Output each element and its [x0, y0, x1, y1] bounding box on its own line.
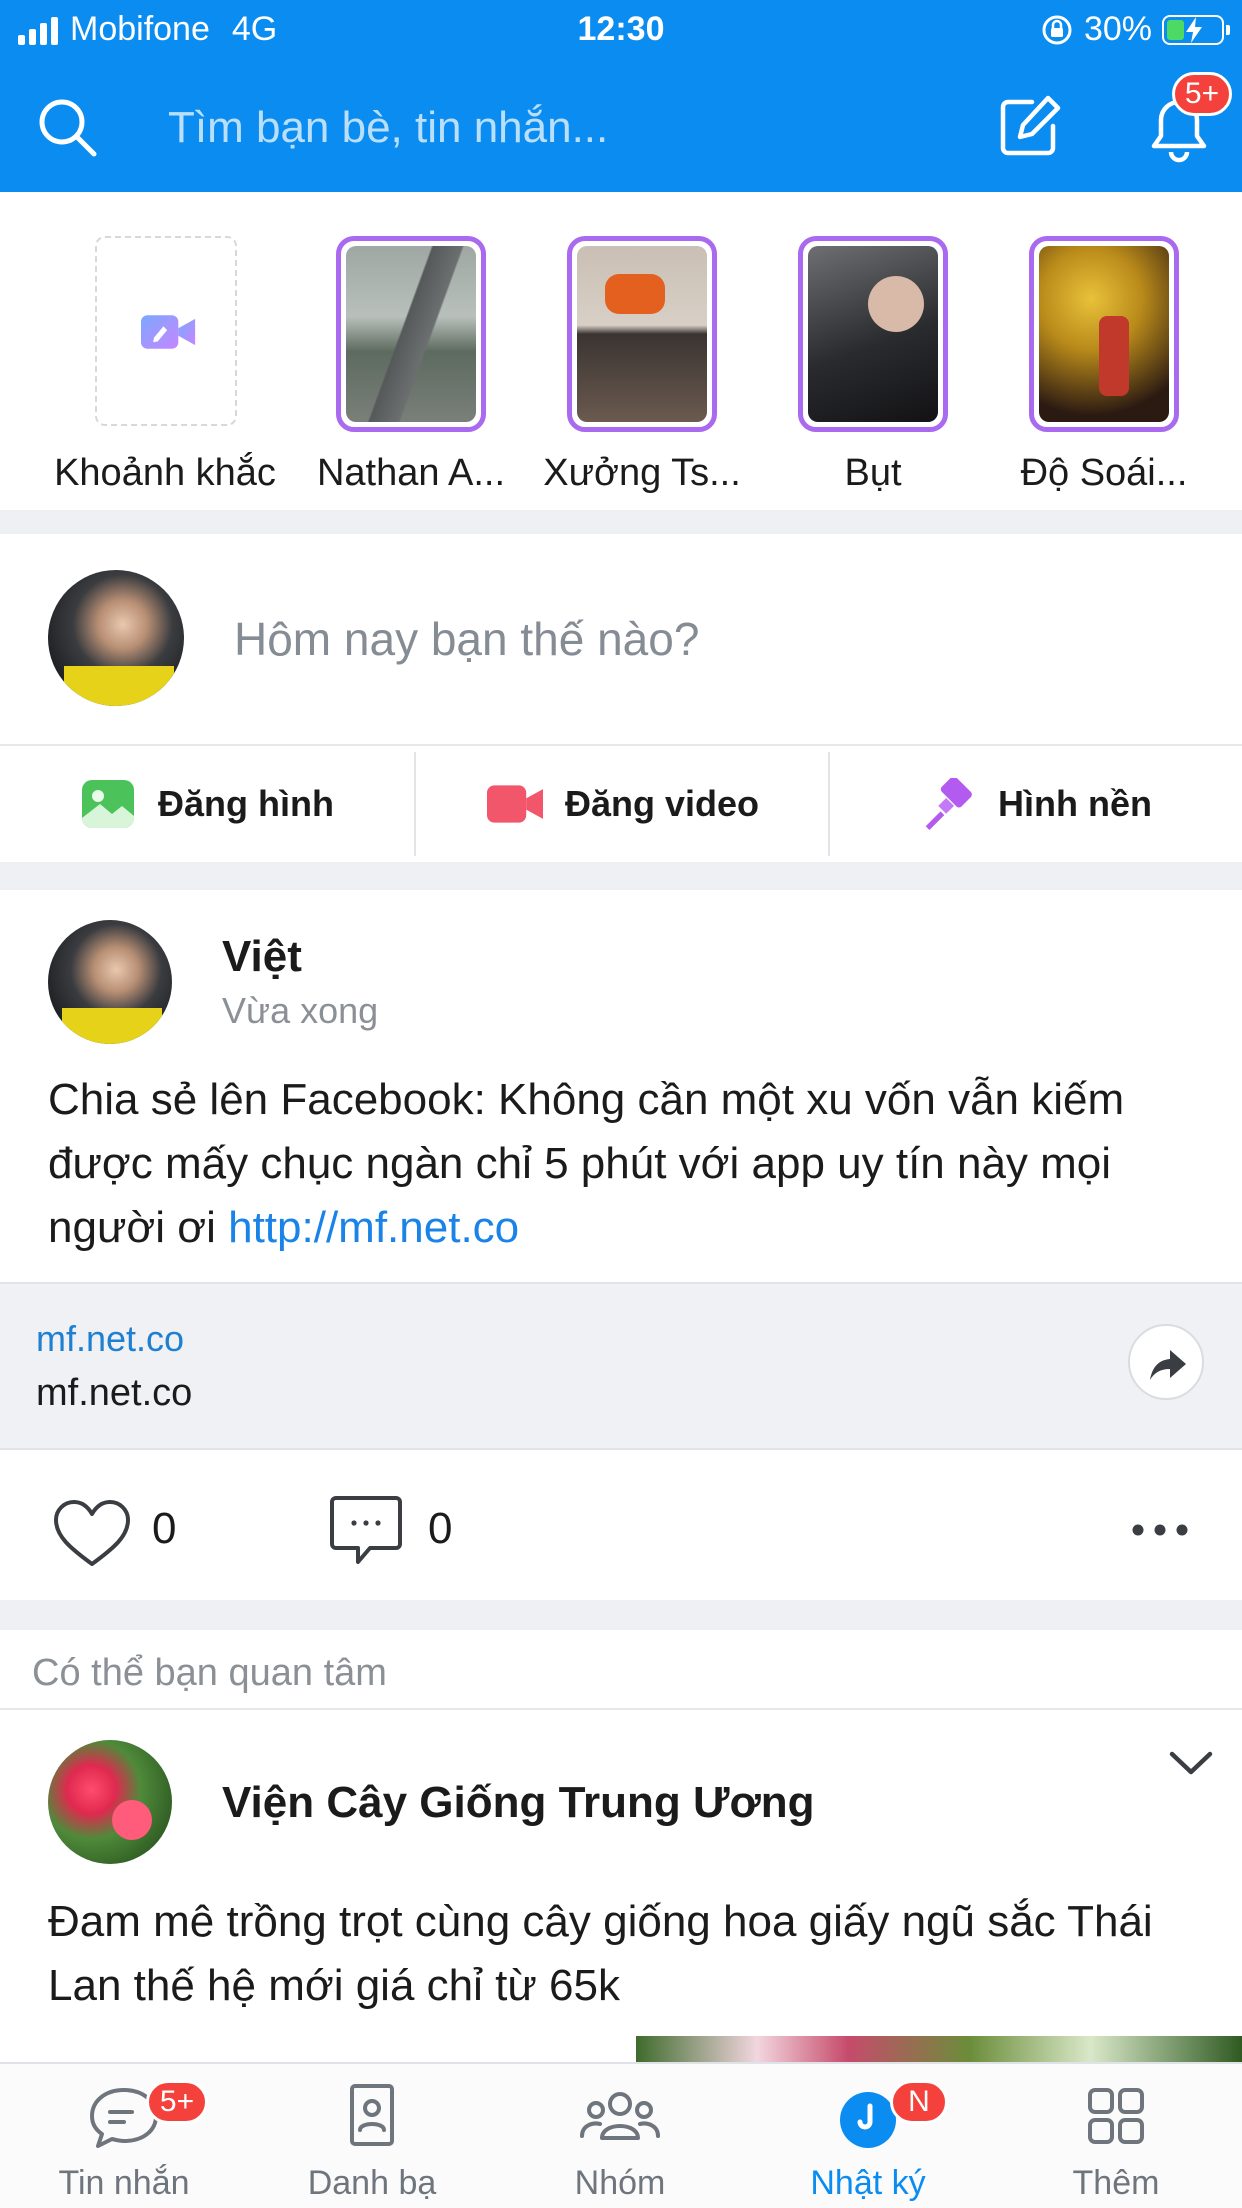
nav-groups[interactable]: Nhóm	[496, 2064, 744, 2208]
suggested-post: Viện Cây Giống Trung Ương Đam mê trồng t…	[0, 1712, 1242, 2076]
post-reactions: 0 0	[0, 1450, 1242, 1600]
timeline-badge: N	[890, 2080, 948, 2124]
story-label: Độ Soái...	[1020, 452, 1188, 494]
background-label: Hình nền	[998, 783, 1152, 824]
composer-prompt[interactable]: Hôm nay bạn thế nào?	[234, 612, 699, 666]
story-thumbnail[interactable]	[567, 236, 717, 432]
paint-brush-icon	[925, 778, 972, 830]
rotation-lock-icon	[1042, 15, 1072, 44]
suggested-name[interactable]: Viện Cây Giống Trung Ương	[222, 1778, 815, 1828]
status-bar: Mobifone 4G 12:30 30%	[0, 0, 1242, 62]
story-thumbnail[interactable]	[1029, 236, 1179, 432]
story-item[interactable]: Độ Soái...	[1021, 236, 1187, 494]
story-label: Xưởng Ts...	[543, 452, 741, 494]
like-count: 0	[152, 1504, 177, 1553]
post-video-button[interactable]: Đăng video	[416, 746, 830, 862]
more-options-icon[interactable]	[1130, 1520, 1190, 1540]
photo-icon	[82, 780, 134, 828]
nav-timeline[interactable]: Nhật ký	[744, 2064, 992, 2208]
suggested-text: Đam mê trồng trọt cùng cây giống hoa giấ…	[48, 1897, 1153, 2010]
battery-level	[1167, 19, 1185, 40]
comment-count: 0	[428, 1504, 453, 1553]
link-domain: mf.net.co	[36, 1318, 185, 1359]
grid-icon	[1088, 2088, 1144, 2144]
search-row	[0, 80, 1242, 176]
video-icon	[486, 785, 543, 823]
battery-icon	[1162, 14, 1230, 45]
story-thumbnail[interactable]	[798, 236, 948, 432]
add-moment-box[interactable]	[95, 236, 237, 426]
share-arrow-icon	[1150, 1350, 1186, 1380]
search-input[interactable]	[168, 100, 928, 156]
status-composer[interactable]: Hôm nay bạn thế nào?	[0, 534, 1242, 742]
post-photo-label: Đăng hình	[158, 783, 334, 824]
group-icon	[580, 2092, 660, 2140]
post-video-label: Đăng video	[564, 783, 760, 824]
feed-post: Việt Vừa xong Chia sẻ lên Facebook: Khôn…	[0, 890, 1242, 1600]
nav-messages[interactable]: Tin nhắn	[0, 2064, 248, 2208]
story-item[interactable]: Xưởng Ts...	[543, 236, 741, 494]
compose-icon[interactable]	[996, 94, 1062, 160]
nav-more[interactable]: Thêm	[992, 2064, 1240, 2208]
bottom-navigation: Tin nhắn 5+ Danh bạ Nhóm Nhật ký N Thêm	[0, 2062, 1242, 2208]
section-divider	[0, 510, 1242, 534]
story-label: Khoảnh khắc	[54, 452, 276, 494]
story-thumbnail[interactable]	[336, 236, 486, 432]
story-item[interactable]: Nathan A...	[317, 236, 505, 494]
link-title: mf.net.co	[36, 1372, 193, 1414]
suggested-title: Có thể bạn quan tâm	[32, 1652, 387, 1694]
contacts-icon	[350, 2084, 394, 2146]
post-body: Chia sẻ lên Facebook: Không cần một xu v…	[48, 1075, 1125, 1252]
notification-badge: 5+	[1172, 72, 1232, 116]
nav-label: Nhóm	[574, 2164, 666, 2202]
comment-icon[interactable]	[328, 1494, 404, 1568]
video-camera-icon	[141, 315, 196, 349]
stories-strip: Khoảnh khắc Nathan A... Xưởng Ts... Bụt	[0, 192, 1242, 510]
post-photo-button[interactable]: Đăng hình	[0, 746, 414, 862]
suggested-header: Có thể bạn quan tâm	[0, 1630, 1242, 1710]
search-icon[interactable]	[34, 94, 100, 160]
avatar[interactable]	[48, 1740, 172, 1864]
background-button[interactable]: Hình nền	[830, 746, 1242, 862]
post-author[interactable]: Việt	[222, 932, 302, 982]
share-button[interactable]	[1128, 1324, 1204, 1400]
nav-label: Nhật ký	[810, 2164, 926, 2202]
heart-icon[interactable]	[52, 1498, 132, 1568]
charging-bolt-icon	[1186, 16, 1202, 43]
post-link[interactable]: http://mf.net.co	[228, 1203, 519, 1252]
avatar	[48, 570, 184, 706]
status-right: 30%	[1040, 10, 1230, 49]
nav-label: Thêm	[1072, 2164, 1160, 2202]
nav-label: Danh bạ	[307, 2164, 437, 2202]
chevron-down-icon[interactable]	[1168, 1748, 1214, 1778]
nav-contacts[interactable]: Danh bạ	[248, 2064, 496, 2208]
battery-percent: 30%	[1083, 10, 1152, 48]
messages-badge: 5+	[146, 2080, 208, 2124]
story-item[interactable]: Bụt	[798, 236, 948, 494]
story-label: Nathan A...	[316, 452, 505, 494]
nav-label: Tin nhắn	[58, 2164, 190, 2202]
avatar[interactable]	[48, 920, 172, 1044]
story-label: Bụt	[844, 452, 902, 494]
section-divider	[0, 862, 1242, 890]
post-time: Vừa xong	[222, 990, 379, 1031]
section-divider	[0, 1600, 1242, 1630]
composer-actions: Đăng hình Đăng video Hình nền	[0, 744, 1242, 862]
link-preview-card[interactable]: mf.net.co mf.net.co	[0, 1282, 1242, 1450]
post-text: Chia sẻ lên Facebook: Không cần một xu v…	[48, 1068, 1208, 1260]
app-header: Mobifone 4G 12:30 30%	[0, 0, 1242, 192]
